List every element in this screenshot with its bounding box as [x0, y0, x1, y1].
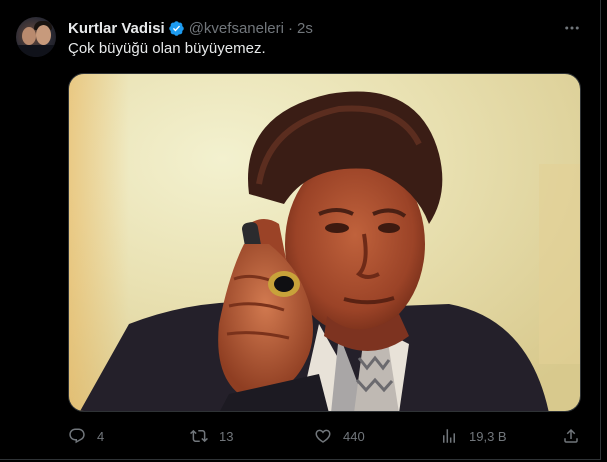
share-icon: [564, 428, 578, 443]
tweet-actions-bar: 4 13 440 19,3 B: [68, 426, 590, 446]
man-on-phone-photo: [69, 74, 580, 411]
heart-icon: [315, 429, 331, 443]
like-count: 440: [343, 428, 365, 444]
tweet-header: Kurtlar Vadisi @kvefsaneleri · 2s: [68, 19, 313, 37]
tweet-image[interactable]: [68, 73, 581, 412]
more-icon: [565, 26, 579, 30]
author-handle[interactable]: @kvefsaneleri: [189, 20, 284, 37]
avatar[interactable]: [16, 17, 56, 57]
separator-dot: ·: [287, 19, 293, 37]
like-button[interactable]: 440: [314, 426, 365, 446]
views-count: 19,3 B: [469, 428, 507, 444]
views-button[interactable]: 19,3 B: [440, 426, 507, 446]
tweet-text: Çok büyüğü olan büyüyemez.: [68, 40, 266, 57]
avatar-suit: [16, 45, 56, 57]
reply-count: 4: [97, 428, 105, 444]
reply-icon: [69, 428, 85, 444]
retweet-button[interactable]: 13: [190, 426, 233, 446]
analytics-icon: [443, 429, 455, 443]
avatar-face-right: [36, 25, 51, 45]
share-button[interactable]: [562, 426, 580, 446]
author-name[interactable]: Kurtlar Vadisi: [68, 20, 165, 37]
retweet-count: 13: [219, 428, 234, 444]
timestamp[interactable]: 2s: [297, 20, 313, 37]
retweet-icon: [190, 429, 208, 443]
reply-button[interactable]: 4: [68, 426, 104, 446]
more-options-button[interactable]: [558, 16, 586, 40]
tweet-card[interactable]: Kurtlar Vadisi @kvefsaneleri · 2s Çok bü…: [0, 0, 601, 460]
verified-badge-icon: [168, 20, 185, 37]
